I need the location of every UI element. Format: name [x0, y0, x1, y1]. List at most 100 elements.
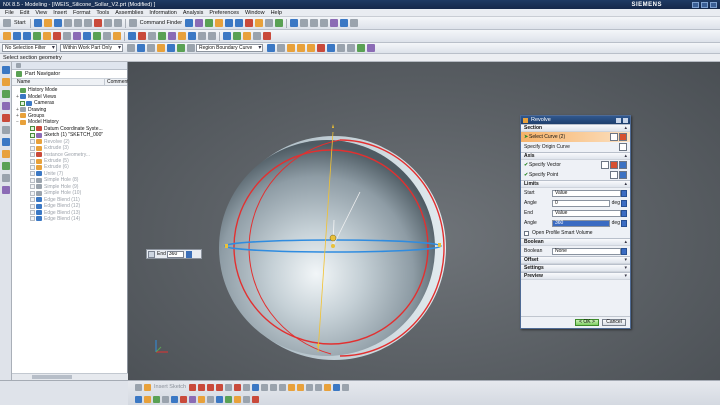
visibility-checkbox[interactable]: [30, 126, 35, 132]
vector-dropdown-icon[interactable]: [619, 161, 627, 169]
start-type-arrow[interactable]: [621, 189, 627, 197]
studio-spline-icon[interactable]: [261, 383, 269, 391]
command-finder-button[interactable]: Command Finder: [138, 20, 185, 26]
process-studio-icon[interactable]: [2, 162, 10, 170]
datum-plane-icon[interactable]: [13, 32, 21, 40]
pan-icon[interactable]: [320, 19, 329, 27]
visibility-checkbox[interactable]: [30, 203, 35, 209]
clipping-icon[interactable]: [350, 19, 359, 27]
control-point-snap-icon[interactable]: [307, 44, 316, 52]
quick-trim-icon[interactable]: [288, 383, 296, 391]
visibility-checkbox[interactable]: [30, 216, 35, 222]
feature-select-icon[interactable]: [156, 44, 165, 52]
end-type-arrow[interactable]: [621, 209, 627, 217]
rectangle-icon[interactable]: [234, 383, 242, 391]
history-icon[interactable]: [2, 138, 10, 146]
copy-icon[interactable]: [73, 19, 82, 27]
undo-icon[interactable]: [103, 19, 112, 27]
curve-icon[interactable]: [619, 133, 627, 141]
reset-icon[interactable]: [616, 117, 621, 123]
column-name[interactable]: Name: [12, 79, 105, 85]
window-icon[interactable]: [195, 19, 204, 27]
stop-at-intersection-icon[interactable]: [267, 44, 276, 52]
cancel-button[interactable]: Cancel: [602, 319, 626, 326]
maximize-button[interactable]: [701, 1, 708, 8]
circle-icon[interactable]: [216, 383, 224, 391]
settings-group-header[interactable]: Settings ▾: [521, 264, 630, 272]
analysis-icon[interactable]: [223, 32, 231, 40]
sketch-finish-icon[interactable]: [135, 383, 142, 391]
touch-mode-icon[interactable]: [185, 19, 194, 27]
sphere-body[interactable]: [219, 140, 435, 356]
feature-icon-3[interactable]: [153, 395, 160, 403]
tree-node[interactable]: Edge Blend (14): [12, 216, 127, 222]
hole-icon[interactable]: [245, 19, 254, 27]
visibility-checkbox[interactable]: [30, 177, 35, 183]
new-icon[interactable]: [33, 19, 42, 27]
render-style-icon[interactable]: [330, 19, 339, 27]
visibility-checkbox[interactable]: [30, 152, 35, 158]
extrude-icon[interactable]: [225, 19, 234, 27]
line-icon[interactable]: [198, 383, 206, 391]
open-profile-checkbox[interactable]: [524, 230, 529, 236]
fit-icon[interactable]: [290, 19, 299, 27]
show-hide-icon[interactable]: [243, 32, 251, 40]
insert-sketch-label[interactable]: Insert Sketch: [152, 384, 188, 390]
feature-icon-12[interactable]: [234, 395, 241, 403]
open-profile-row[interactable]: Open Profile Smart Volume: [521, 228, 630, 238]
limits-group-header[interactable]: Limits ▴: [521, 180, 630, 188]
point-dialog-icon[interactable]: [610, 171, 618, 179]
rotate-icon[interactable]: [310, 19, 319, 27]
unite-icon[interactable]: [275, 19, 284, 27]
studio-surface-icon[interactable]: [168, 32, 176, 40]
feature-icon-11[interactable]: [225, 395, 232, 403]
measure-distance-icon[interactable]: [198, 32, 206, 40]
feature-icon-2[interactable]: [144, 395, 151, 403]
menu-help[interactable]: Help: [268, 10, 285, 16]
visibility-checkbox[interactable]: [30, 132, 35, 138]
layer-icon[interactable]: [205, 19, 214, 27]
save-icon[interactable]: [53, 19, 62, 27]
fillet-icon[interactable]: [225, 383, 233, 391]
visibility-checkbox[interactable]: [30, 190, 35, 196]
visibility-checkbox[interactable]: [30, 184, 35, 190]
deselect-icon[interactable]: [146, 44, 155, 52]
feature-icon-7[interactable]: [189, 395, 196, 403]
system-materials-icon[interactable]: [2, 150, 10, 158]
feature-icon-14[interactable]: [252, 395, 259, 403]
origin-curve-icon[interactable]: [619, 143, 627, 151]
visibility-checkbox[interactable]: [30, 164, 35, 170]
delete-icon[interactable]: [93, 19, 102, 27]
point-icon[interactable]: [252, 383, 260, 391]
sketch-tool-icon[interactable]: [3, 32, 11, 40]
menu-tools[interactable]: Tools: [93, 10, 112, 16]
roles-icon[interactable]: [2, 186, 10, 194]
part-navigator-icon[interactable]: [2, 90, 10, 98]
snap-icon[interactable]: [263, 32, 271, 40]
zoom-icon[interactable]: [300, 19, 309, 27]
pattern-icon[interactable]: [73, 32, 81, 40]
trim-body-icon[interactable]: [93, 32, 101, 40]
minimize-button[interactable]: [692, 1, 699, 8]
end-angle-menu[interactable]: [621, 219, 627, 227]
origin-handle[interactable]: [331, 244, 335, 248]
draft-icon[interactable]: [113, 32, 121, 40]
navigator-scrollbar[interactable]: [12, 373, 128, 380]
extrude-tool-icon[interactable]: [23, 32, 31, 40]
visibility-checkbox[interactable]: [30, 171, 35, 177]
point-on-face-snap-icon[interactable]: [367, 44, 376, 52]
visibility-checkbox[interactable]: [30, 145, 35, 151]
visibility-checkbox[interactable]: [30, 139, 35, 145]
sweep-icon[interactable]: [33, 32, 41, 40]
scroll-thumb[interactable]: [32, 375, 72, 379]
manufacturing-wizards-icon[interactable]: [2, 174, 10, 182]
thicken-icon[interactable]: [138, 32, 146, 40]
quick-extend-icon[interactable]: [297, 383, 305, 391]
web-browser-icon[interactable]: [2, 126, 10, 134]
revolve-icon[interactable]: [235, 19, 244, 27]
arc-center-snap-icon[interactable]: [327, 44, 336, 52]
value-type-icon[interactable]: [148, 250, 155, 258]
intersection-snap-icon[interactable]: [317, 44, 326, 52]
visibility-checkbox[interactable]: [20, 100, 25, 106]
extract-geometry-icon[interactable]: [188, 32, 196, 40]
